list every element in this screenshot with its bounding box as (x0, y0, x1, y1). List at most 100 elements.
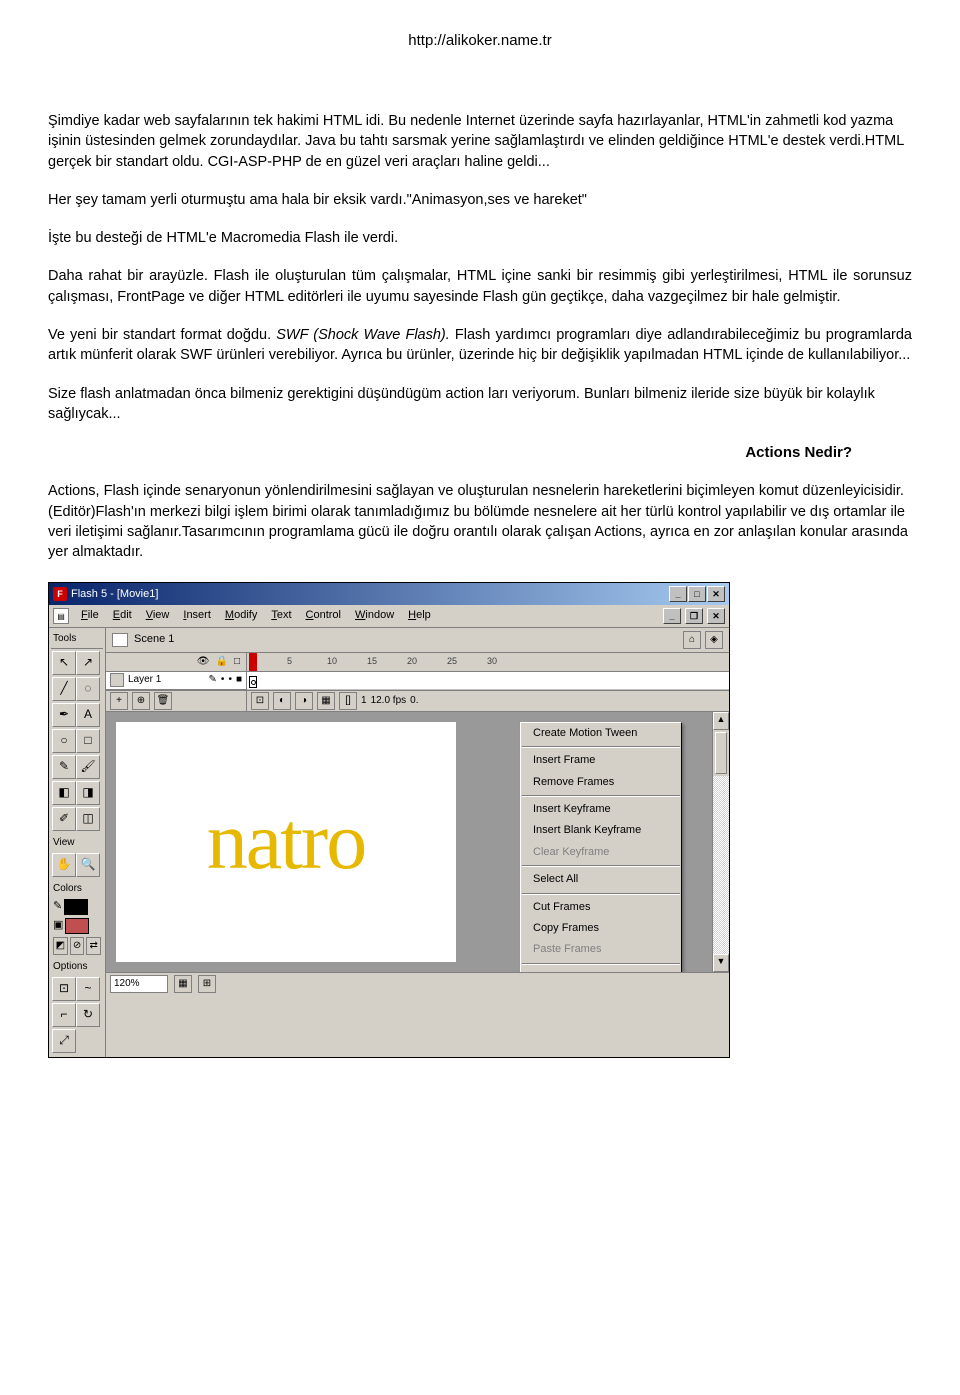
no-color-button[interactable]: ⊘ (70, 937, 85, 955)
swap-colors-button[interactable]: ⇄ (86, 937, 101, 955)
scroll-up-button[interactable]: ▲ (713, 712, 729, 730)
tools-label: Tools (51, 630, 103, 649)
timeline: 👁 🔒 □ Layer 1 ✎ • • ■ + ⊕ (106, 653, 729, 712)
doc-minimize-button[interactable]: _ (663, 608, 681, 624)
stage[interactable]: natro (116, 722, 456, 962)
menu-control[interactable]: Control (304, 607, 343, 624)
center-frame-button[interactable]: ⊡ (251, 692, 269, 710)
ctx-select-all[interactable]: Select All (521, 869, 681, 890)
stroke-color-swatch[interactable] (64, 899, 88, 915)
doc-restore-button[interactable]: ❐ (685, 608, 703, 624)
paintbucket-tool[interactable]: ◨ (76, 781, 100, 805)
time-display: 0. (410, 694, 418, 708)
zoom-level[interactable]: 120% (110, 975, 168, 993)
subselect-tool[interactable]: ↗ (76, 651, 100, 675)
fill-color-swatch[interactable] (65, 918, 89, 934)
paragraph-4: Daha rahat bir arayüzle. Flash ile oluşt… (48, 266, 912, 307)
flash-window: F Flash 5 - [Movie1] _ □ ✕ ▤ File Edit V… (48, 582, 730, 1057)
menu-edit[interactable]: Edit (111, 607, 134, 624)
oval-tool[interactable]: ○ (52, 729, 76, 753)
inkbottle-tool[interactable]: ◧ (52, 781, 76, 805)
options-label: Options (51, 957, 103, 975)
ctx-clear-keyframe: Clear Keyframe (521, 842, 681, 863)
ctx-insert-frame[interactable]: Insert Frame (521, 750, 681, 771)
view-label: View (51, 833, 103, 851)
option-snap[interactable]: ⊡ (52, 977, 76, 1001)
menu-view[interactable]: View (144, 607, 172, 624)
fps-display: 12.0 fps (371, 694, 407, 708)
paragraph-6: Size flash anlatmadan önca bilmeniz gere… (48, 384, 912, 425)
titlebar: F Flash 5 - [Movie1] _ □ ✕ (49, 583, 729, 605)
lasso-tool[interactable]: ◌ (76, 677, 100, 701)
line-tool[interactable]: ╱ (52, 677, 76, 701)
colors-label: Colors (51, 879, 103, 897)
add-guide-button[interactable]: ⊕ (132, 692, 150, 710)
scroll-thumb[interactable] (715, 732, 727, 774)
delete-layer-button[interactable]: 🗑 (154, 692, 172, 710)
ctx-insert-blank-keyframe[interactable]: Insert Blank Keyframe (521, 820, 681, 841)
frame-ruler[interactable]: 5 10 15 20 25 30 (247, 653, 729, 672)
lock-icon[interactable]: 🔒 (216, 655, 228, 669)
vertical-scrollbar[interactable]: ▲ ▼ (712, 712, 729, 972)
eraser-tool[interactable]: ◫ (76, 807, 100, 831)
window-title: Flash 5 - [Movie1] (71, 587, 158, 602)
menu-file[interactable]: File (79, 607, 101, 624)
ctx-copy-frames[interactable]: Copy Frames (521, 918, 681, 939)
ctx-insert-keyframe[interactable]: Insert Keyframe (521, 799, 681, 820)
minimize-button[interactable]: _ (669, 586, 687, 602)
scene-bar: Scene 1 ⌂ ◈ (106, 628, 729, 653)
option-straighten[interactable]: ⌐ (52, 1003, 76, 1027)
edit-symbol-button[interactable]: ◈ (705, 631, 723, 649)
document-icon[interactable]: ▤ (53, 608, 69, 624)
playhead[interactable] (249, 653, 257, 671)
menu-text[interactable]: Text (269, 607, 293, 624)
brush-tool[interactable]: 🖌 (76, 755, 100, 779)
option-rotate[interactable]: ↻ (76, 1003, 100, 1027)
menu-help[interactable]: Help (406, 607, 433, 624)
maximize-button[interactable]: □ (688, 586, 706, 602)
option-scale[interactable]: ⤢ (52, 1029, 76, 1053)
option-smooth[interactable]: ~ (76, 977, 100, 1001)
onion-outline-button[interactable]: ◑ (295, 692, 313, 710)
rectangle-tool[interactable]: □ (76, 729, 100, 753)
scene-icon[interactable] (112, 633, 128, 647)
canvas-area[interactable]: natro Create Motion Tween Insert Frame R… (106, 712, 712, 972)
ctx-remove-frames[interactable]: Remove Frames (521, 772, 681, 793)
add-layer-button[interactable]: + (110, 692, 128, 710)
scene-name: Scene 1 (134, 632, 174, 647)
ctx-create-motion-tween[interactable]: Create Motion Tween (521, 723, 681, 744)
context-menu: Create Motion Tween Insert Frame Remove … (520, 722, 682, 972)
pencil-tool[interactable]: ✎ (52, 755, 76, 779)
paragraph-1: Şimdiye kadar web sayfalarının tek hakim… (48, 111, 912, 172)
show-frame-button[interactable]: ▦ (174, 975, 192, 993)
zoom-tool[interactable]: 🔍 (76, 853, 100, 877)
menu-modify[interactable]: Modify (223, 607, 259, 624)
keyframe-1[interactable] (249, 676, 257, 688)
edit-scene-button[interactable]: ⌂ (683, 631, 701, 649)
default-colors-button[interactable]: ◩ (53, 937, 68, 955)
swf-term: SWF (Shock Wave Flash). (276, 327, 450, 343)
ctx-reverse-frames: Reverse Frames (521, 967, 681, 972)
ctx-cut-frames[interactable]: Cut Frames (521, 897, 681, 918)
layer-row[interactable]: Layer 1 ✎ • • ■ (106, 672, 246, 691)
frame-track[interactable] (247, 672, 729, 691)
menu-insert[interactable]: Insert (181, 607, 213, 624)
eye-icon[interactable]: 👁 (197, 655, 210, 669)
edit-multiple-button[interactable]: ▦ (317, 692, 335, 710)
outline-icon[interactable]: □ (234, 655, 240, 669)
layer-name: Layer 1 (128, 673, 205, 687)
hand-tool[interactable]: ✋ (52, 853, 76, 877)
modify-onion-button[interactable]: [] (339, 692, 357, 710)
menu-window[interactable]: Window (353, 607, 396, 624)
fill-icon: ▣ (53, 918, 63, 933)
onion-skin-button[interactable]: ◐ (273, 692, 291, 710)
text-tool[interactable]: A (76, 703, 100, 727)
show-all-button[interactable]: ⊞ (198, 975, 216, 993)
doc-close-button[interactable]: ✕ (707, 608, 725, 624)
scroll-down-button[interactable]: ▼ (713, 954, 729, 972)
close-button[interactable]: ✕ (707, 586, 725, 602)
eyedropper-tool[interactable]: ✐ (52, 807, 76, 831)
paragraph-5: Ve yeni bir standart format doğdu. SWF (… (48, 325, 912, 366)
arrow-tool[interactable]: ↖ (52, 651, 76, 675)
pen-tool[interactable]: ✒ (52, 703, 76, 727)
